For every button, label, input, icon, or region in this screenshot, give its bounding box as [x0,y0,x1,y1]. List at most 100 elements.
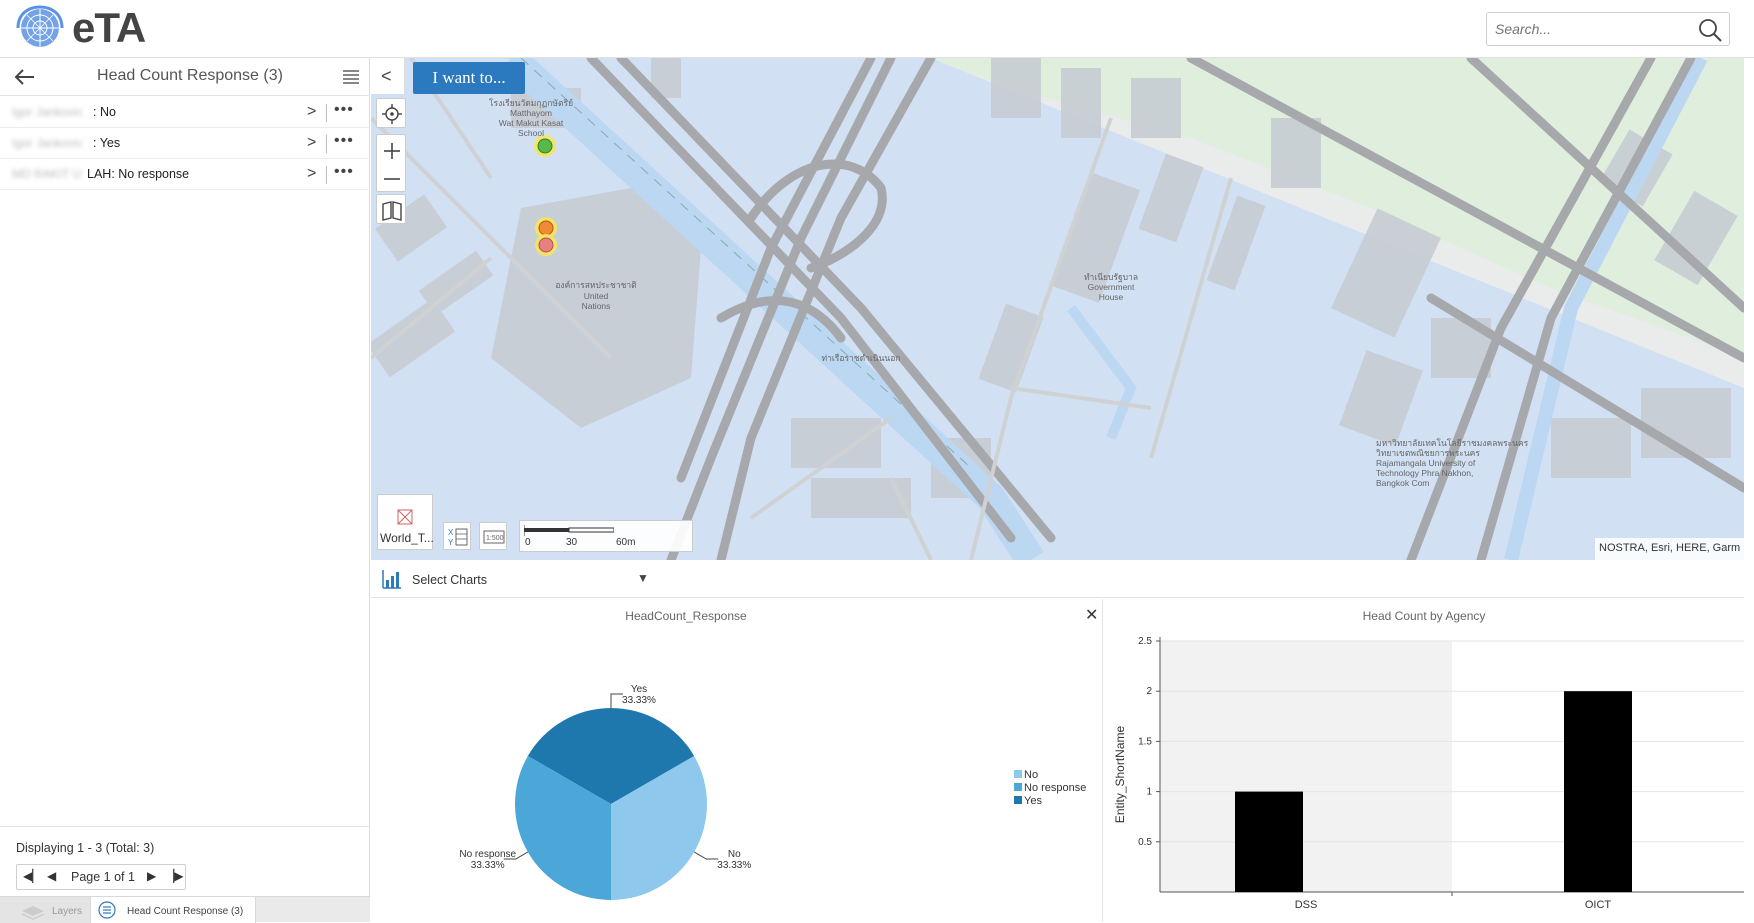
search-box[interactable] [1486,12,1730,46]
tab-layers-label: Layers [52,906,83,917]
more-options-icon[interactable]: ••• [334,163,354,181]
redacted-name: MD RAKIT U [12,167,82,181]
caret-down-icon[interactable]: ▼ [637,571,649,585]
select-charts-dropdown[interactable]: Select Charts [412,573,487,587]
more-options-icon[interactable]: ••• [334,101,354,119]
results-list-icon [98,901,116,919]
bar-chart: 0.5 1 1.5 2 2.5 Entity_ShortName DSS OICT [1113,636,1744,911]
coordinates-button[interactable]: X Y [443,522,471,550]
app-header: eTA [0,0,1754,58]
bar [1235,791,1303,892]
pie-category-label: No response [459,849,516,860]
pager: ◀▏ ◀ Page 1 of 1 ▶ ▕▶ [16,864,186,890]
scale-button[interactable]: 1:500 [479,522,507,550]
map-place-label: โรงเรียนวัดมกุฏกษัตริย์ Matthayom Wat Ma… [488,98,574,138]
result-value: : No [93,105,116,119]
result-row[interactable]: Igor Jankovic : No > ••• [0,97,370,128]
map-place-label: มหาวิทยาลัยเทคโนโลยีราชมงคลพระนคร วิทยาเ… [1376,438,1529,488]
tab-layers[interactable]: Layers [0,897,90,923]
legend-label: No [1024,769,1039,781]
display-count: Displaying 1 - 3 (Total: 3) [16,841,155,855]
legend-item: Yes [1014,795,1042,807]
map-place-label: United Nations [581,291,611,311]
y-tick-label: 2.5 [1138,636,1152,647]
result-row[interactable]: Igor Jankovic : Yes > ••• [0,128,370,159]
legend-swatch [1014,770,1022,778]
pie-category-label: No [728,849,741,860]
legend-swatch [1014,796,1022,804]
paging-area: Displaying 1 - 3 (Total: 3) ◀▏ ◀ Page 1 … [0,826,370,896]
scale-label: 30 [566,537,578,548]
layers-icon [21,906,45,920]
y-axis-label: Entity_ShortName [1113,725,1127,823]
pie-chart: Yes33.33%No33.33%No response33.33% [459,684,751,900]
search-icon[interactable] [1697,17,1723,43]
legend-item: No [1014,769,1038,781]
pie-percent-label: 33.33% [471,860,505,871]
map-attribution: NOSTRA, Esri, HERE, Garm [1595,538,1744,560]
locate-button[interactable] [376,98,406,128]
more-options-icon[interactable]: ••• [334,132,354,150]
row-divider [326,135,327,153]
x-tick-label: OICT [1585,899,1612,911]
svg-text:Y: Y [448,538,454,547]
collapse-panel-button[interactable]: < [371,58,405,94]
map-place-label: ทำเนียบรัฐบาล Government House [1083,272,1139,302]
svg-text:1:500: 1:500 [486,535,504,542]
y-tick-label: 1 [1146,787,1152,798]
chevron-left-icon: < [381,66,392,86]
locate-icon [382,104,402,124]
page-label: Page 1 of 1 [71,870,135,884]
un-emblem-logo [16,5,64,47]
app-title: eTA [72,4,146,51]
row-divider [326,104,327,122]
coordinates-icon: X Y [448,528,468,547]
svg-text:X: X [448,528,454,537]
bar-chart-icon [382,570,401,589]
first-page-icon[interactable]: ◀▏ [23,869,41,883]
panel-title: Head Count Response (3) [97,67,283,84]
chevron-right-icon[interactable]: > [307,134,316,152]
last-page-icon[interactable]: ▕▶ [165,869,183,883]
pie-chart-panel: HeadCount_Response ✕ Yes 33.33% No 33.33% No… [371,599,1103,922]
panel-header: Head Count Response (3) [0,58,370,96]
zoom-in-icon[interactable] [381,140,403,162]
row-divider [326,166,327,184]
bar-chart-panel: Head Count by Agency 0.5 1 1.5 2 2.5 Entity_S… [1104,599,1744,922]
i-want-to-button[interactable]: I want to... [413,62,525,94]
tab-results-label: Head Count Response (3) [127,906,244,917]
map-view[interactable]: โรงเรียนวัดมกุฏกษัตริย์ Matthayom Wat Ma… [371,58,1744,560]
tab-results[interactable]: Head Count Response (3) [90,897,256,923]
bookmarks-button[interactable] [376,194,406,224]
scale-icon: 1:500 [483,530,505,544]
x-tick-label: DSS [1295,899,1318,911]
scale-ruler [524,525,614,536]
prev-page-icon[interactable]: ◀ [47,869,56,883]
zoom-control [376,134,406,192]
list-menu-icon[interactable] [340,67,362,87]
next-page-icon[interactable]: ▶ [147,869,156,883]
scale-label: 60m [616,537,636,548]
charts-toolbar: Select Charts ▼ [371,560,1744,598]
y-tick-label: 1.5 [1138,736,1152,747]
y-tick-label: 2 [1146,686,1152,697]
scale-bar: 0 30 60m [519,520,693,552]
zoom-out-icon[interactable] [381,168,403,190]
bar [1564,691,1632,892]
pie-category-label: Yes [631,684,647,695]
basemap-label: World_T... [380,531,434,545]
basemap-switcher[interactable]: World_T... [377,494,434,550]
chevron-right-icon[interactable]: > [307,165,316,183]
search-input[interactable] [1495,18,1685,40]
plot-band [1160,641,1452,892]
redacted-name: Igor Jankovic [12,136,83,150]
legend-label: No response [1024,782,1087,794]
chevron-right-icon[interactable]: > [307,103,316,121]
pie-percent-label: 33.33% [717,860,751,871]
book-icon [382,201,402,221]
back-arrow-icon[interactable] [12,66,36,88]
legend-swatch [1014,783,1022,791]
redacted-name: Igor Jankovic [12,105,83,119]
bottom-tabs: Layers Head Count Response (3) [0,896,370,923]
result-row[interactable]: MD RAKIT U LAH: No response > ••• [0,159,370,190]
